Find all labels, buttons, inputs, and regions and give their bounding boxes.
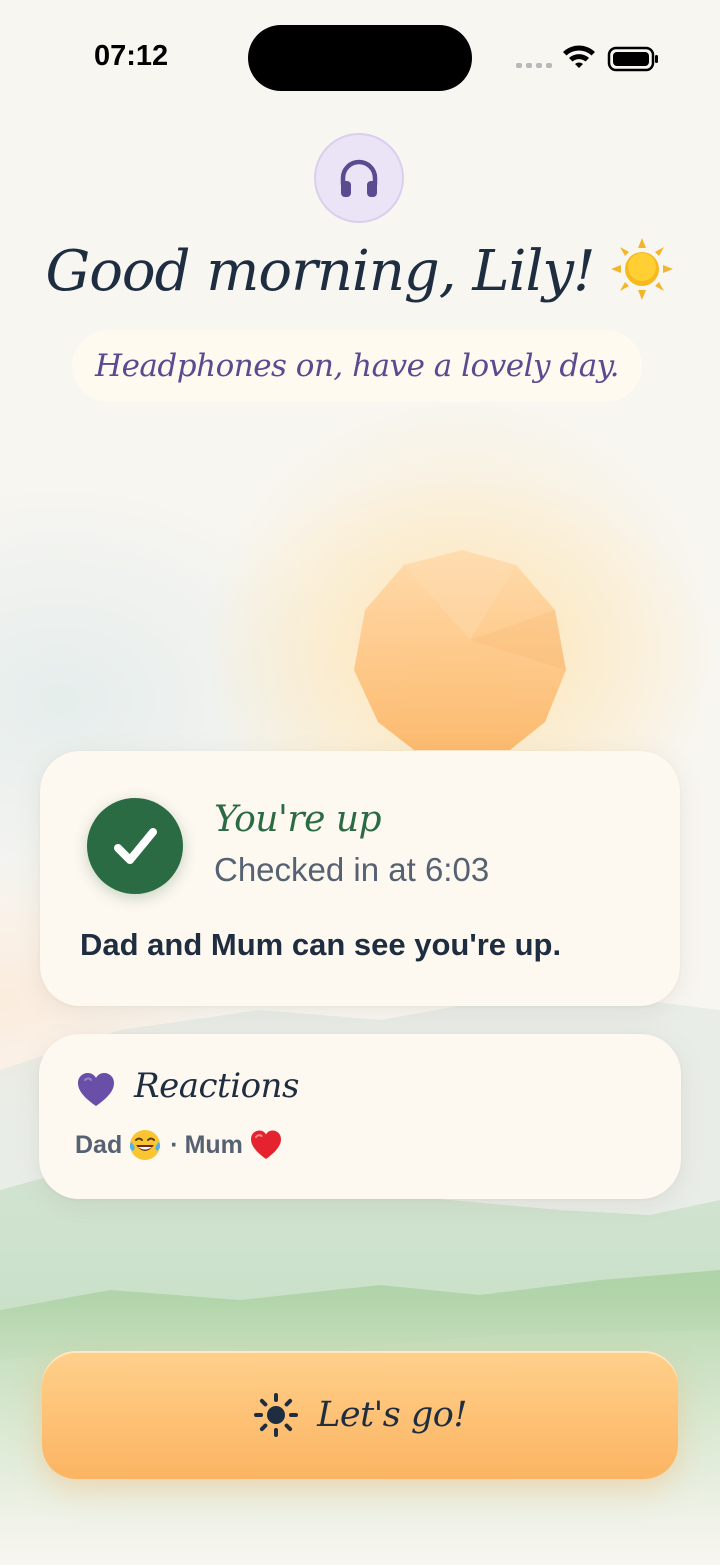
laughing-tears-icon: [130, 1130, 161, 1160]
reactions-title: Reactions: [134, 1066, 299, 1106]
reactions-card: Reactions Dad · Mum: [39, 1034, 681, 1199]
purple-heart-icon: [78, 1073, 114, 1106]
subtitle-text: Headphones on, have a lovely day.: [95, 348, 619, 384]
greeting-text: Good morning, Lily!: [45, 239, 595, 304]
subtitle-pill: Headphones on, have a lovely day.: [72, 330, 642, 402]
signal-dots-icon: [516, 63, 552, 68]
status-bar-time: 07:12: [94, 40, 169, 72]
checkin-title: You're up: [214, 799, 382, 840]
lets-go-label: Let's go!: [317, 1395, 467, 1435]
headphones-avatar: [314, 133, 404, 223]
checkin-visibility-note: Dad and Mum can see you're up.: [80, 927, 562, 962]
reaction-name-dad: Dad: [75, 1130, 123, 1159]
wifi-icon: [563, 45, 595, 68]
reaction-separator: ·: [170, 1130, 179, 1159]
sun-emoji-icon: [609, 236, 675, 307]
reactions-list: Dad · Mum: [75, 1128, 289, 1162]
headphones-icon: [340, 159, 378, 197]
reaction-name-mum: Mum: [184, 1130, 243, 1159]
status-bar-icons: [516, 45, 658, 72]
dynamic-island: [248, 25, 472, 91]
greeting-heading: Good morning, Lily!: [0, 236, 720, 307]
checkin-time: Checked in at 6:03: [214, 851, 490, 888]
checkin-card: You're up Checked in at 6:03 Dad and Mum…: [40, 751, 680, 1006]
sun-icon: [254, 1393, 299, 1437]
battery-icon: [607, 46, 658, 72]
lets-go-button[interactable]: Let's go!: [42, 1351, 678, 1479]
red-heart-icon: [250, 1130, 281, 1159]
checkmark-icon: [87, 798, 183, 894]
